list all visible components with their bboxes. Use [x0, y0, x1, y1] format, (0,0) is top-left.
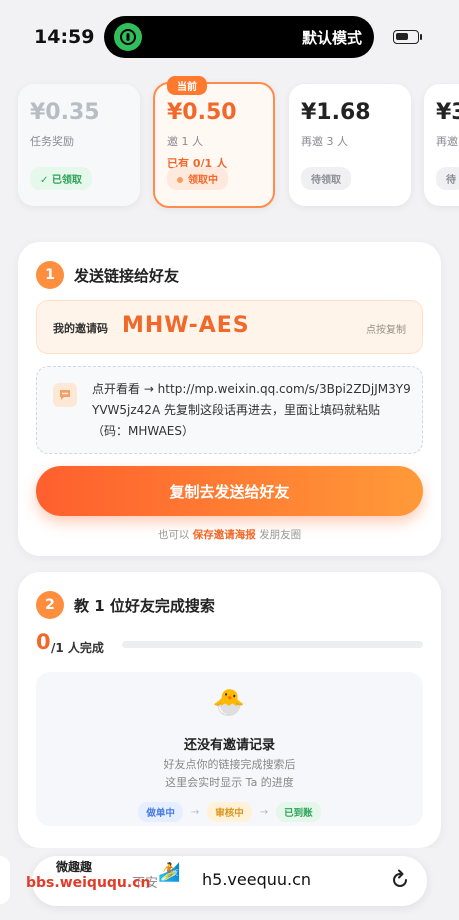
progress-track	[122, 641, 423, 648]
step-credited: 已到账	[276, 802, 321, 822]
empty-desc-line-1: 好友点你的链接完成搜索后	[163, 758, 296, 771]
reward-amount: ¥0.50	[167, 100, 237, 125]
arrow-right-icon: →	[190, 806, 200, 818]
reward-status-badge: 待	[436, 167, 459, 190]
step-number: 1	[36, 261, 64, 289]
section-title: 发送链接给好友	[74, 266, 180, 285]
teach-friend-section: 2 教 1 位好友完成搜索 0 /1 人完成 🐣 还没有邀请记录 好友点你的链接…	[18, 572, 441, 848]
invite-code-value: MHW-AES	[122, 313, 250, 338]
reward-status-text: 领取中	[188, 175, 218, 186]
send-link-section: 1 发送链接给好友 我的邀请码 MHW-AES 点按复制 点开看看 → http…	[18, 242, 441, 556]
reward-status-badge: ✓ 已领取	[30, 167, 92, 190]
copy-code-button[interactable]: 点按复制	[366, 321, 406, 336]
watermark-top: 微趣趣	[56, 860, 93, 874]
step-reviewing: 审核中	[207, 802, 252, 822]
island-mode-text: 默认模式	[301, 29, 362, 47]
previous-tab-edge[interactable]	[0, 856, 10, 904]
battery-icon	[393, 30, 419, 44]
reward-amount: ¥3	[436, 100, 459, 125]
reward-card-tier-3[interactable]: ¥1.68 再邀 3 人 待领取	[289, 84, 411, 206]
reward-label: 任务奖励	[30, 135, 74, 148]
hint-suffix: 发朋友圈	[259, 529, 302, 541]
shield-lock-icon	[114, 23, 142, 51]
reward-tiers: ¥0.35 任务奖励 ✓ 已领取 当前 ¥0.50 邀 1 人 已有 0/1 人…	[0, 74, 459, 224]
status-dot-icon	[177, 177, 183, 183]
arrow-right-icon: →	[259, 806, 269, 818]
poster-hint: 也可以 保存邀请海报 发朋友圈	[18, 527, 441, 542]
check-icon: ✓	[40, 175, 52, 186]
reward-status-text: 已领取	[51, 175, 82, 186]
battery-nub	[420, 34, 422, 40]
share-message-box[interactable]: 点开看看 → http://mp.weixin.qq.com/s/3Bpi2ZD…	[36, 366, 423, 454]
empty-title: 还没有邀请记录	[183, 738, 275, 753]
section-title: 教 1 位好友完成搜索	[74, 596, 215, 615]
save-poster-link[interactable]: 保存邀请海报	[193, 529, 256, 541]
watermark: 微趣趣 bbs.weiququ.cn	[26, 858, 150, 891]
empty-description: 好友点你的链接完成搜索后 这里会实时显示 Ta 的进度	[36, 756, 423, 792]
share-message-text: 点开看看 → http://mp.weixin.qq.com/s/3Bpi2ZD…	[92, 382, 411, 438]
reload-icon[interactable]	[387, 867, 413, 893]
hatching-chick-icon: 🐣	[212, 688, 246, 718]
watermark-mascot-icon: 🏄	[158, 862, 181, 883]
status-steps: 做单中 → 审核中 → 已到账	[36, 802, 423, 822]
invite-progress: 0 /1 人完成	[36, 630, 423, 660]
status-bar: 14:59 默认模式	[0, 0, 459, 74]
empty-records-panel: 🐣 还没有邀请记录 好友点你的链接完成搜索后 这里会实时显示 Ta 的进度 做单…	[36, 672, 423, 826]
reward-label: 邀 1 人	[167, 135, 203, 148]
reward-status-badge: 待领取	[301, 167, 351, 190]
step-in-progress: 做单中	[138, 802, 183, 822]
dynamic-island[interactable]: 默认模式	[104, 16, 374, 58]
copy-and-send-button[interactable]: 复制去发送给好友	[36, 466, 423, 516]
reward-status-badge: 领取中	[167, 167, 228, 190]
chat-bubble-icon	[53, 383, 77, 407]
reward-amount: ¥1.68	[301, 100, 371, 125]
reward-card-tier-4[interactable]: ¥3 再邀 待	[424, 84, 459, 206]
empty-desc-line-2: 这里会实时显示 Ta 的进度	[165, 776, 294, 789]
reward-card-task[interactable]: ¥0.35 任务奖励 ✓ 已领取	[18, 84, 140, 206]
progress-label: /1 人完成	[51, 641, 104, 655]
current-badge: 当前	[167, 76, 207, 95]
status-time: 14:59	[34, 26, 95, 48]
reward-amount: ¥0.35	[30, 100, 100, 125]
hint-prefix: 也可以	[157, 529, 190, 541]
browser-bottom-bar: 不安 h5.veequu.cn 微趣趣 bbs.weiququ.cn 🏄	[0, 848, 459, 920]
reward-label: 再邀	[436, 135, 458, 148]
invite-code-label: 我的邀请码	[53, 322, 108, 335]
invite-code-box[interactable]: 我的邀请码 MHW-AES 点按复制	[36, 300, 423, 354]
section-header: 1 发送链接给好友	[36, 261, 179, 289]
progress-count: 0	[36, 630, 51, 654]
reward-card-current[interactable]: 当前 ¥0.50 邀 1 人 已有 0/1 人 领取中	[153, 76, 275, 208]
step-number: 2	[36, 591, 64, 619]
watermark-url: bbs.weiququ.cn	[26, 875, 151, 891]
address-url: h5.veequu.cn	[202, 870, 312, 889]
section-header: 2 教 1 位好友完成搜索	[36, 591, 215, 619]
reward-label: 再邀 3 人	[301, 135, 348, 148]
